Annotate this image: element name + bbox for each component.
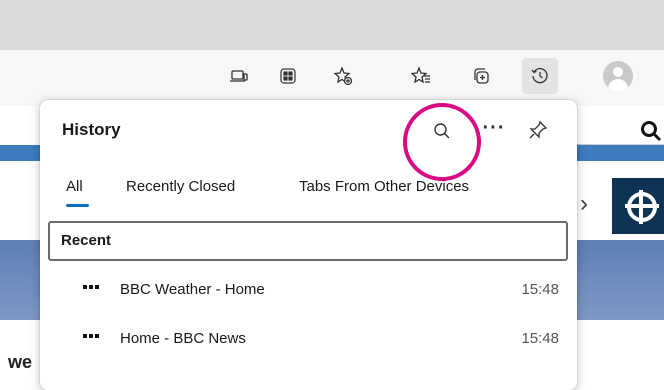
tab-strip	[0, 0, 664, 50]
tab-other-devices[interactable]: Tabs From Other Devices	[299, 178, 469, 195]
extensions-grid-icon[interactable]	[270, 58, 306, 94]
page-partial-text: we	[8, 352, 33, 372]
favorites-icon[interactable]	[403, 58, 439, 94]
history-item[interactable]: BBC Weather - Home 15:48	[40, 271, 577, 311]
collections-icon[interactable]	[463, 58, 499, 94]
locate-icon	[625, 190, 659, 224]
history-tabs: All Recently Closed Tabs From Other Devi…	[40, 178, 577, 208]
tab-recently-closed[interactable]: Recently Closed	[126, 178, 235, 195]
page-search-icon[interactable]	[640, 120, 662, 148]
history-title: History	[62, 120, 121, 139]
section-recent[interactable]: Recent	[48, 221, 568, 261]
history-item[interactable]: Home - BBC News 15:48	[40, 320, 577, 360]
history-item-title: BBC Weather - Home	[120, 281, 265, 298]
profile-avatar[interactable]	[603, 61, 633, 91]
active-tab-indicator	[66, 204, 89, 207]
more-options-icon[interactable]: ···	[480, 114, 508, 142]
pin-icon[interactable]	[524, 116, 552, 144]
page-locate-button[interactable]	[612, 178, 664, 234]
history-icon[interactable]	[522, 58, 558, 94]
browser-toolbar	[0, 50, 664, 106]
page-chevron-icon[interactable]: ›	[580, 190, 588, 218]
screen-cast-icon[interactable]	[221, 58, 257, 94]
highlight-circle	[403, 103, 481, 181]
history-item-time: 15:48	[521, 281, 559, 298]
tab-all[interactable]: All	[66, 178, 83, 195]
bbc-favicon-icon	[83, 334, 99, 338]
add-favorite-icon[interactable]	[325, 58, 361, 94]
history-item-title: Home - BBC News	[120, 330, 246, 347]
bbc-favicon-icon	[83, 285, 99, 289]
history-flyout: History ··· All Recently Closed Tabs Fro…	[40, 100, 577, 390]
history-item-time: 15:48	[521, 330, 559, 347]
